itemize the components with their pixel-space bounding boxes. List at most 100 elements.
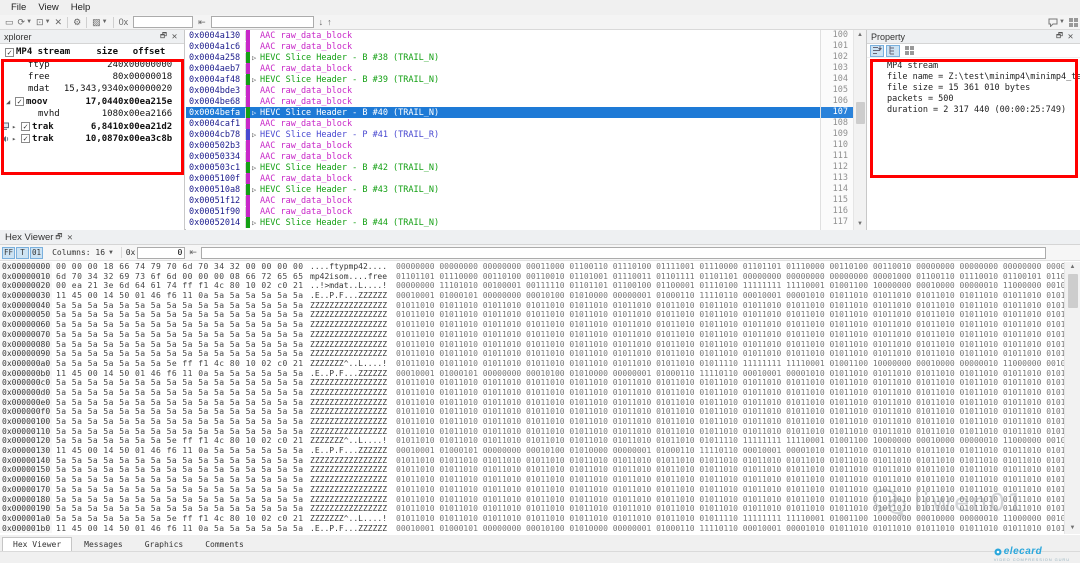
packet-row[interactable]: 0x00051f12AAC raw_data_block — [186, 195, 820, 206]
hex-prefix-button[interactable]: 0x — [117, 16, 131, 29]
hex-row[interactable]: 0x000000a05a 5a 5a 5a 5a 5a 5a 5e ff f1 … — [0, 359, 1064, 369]
packet-row[interactable]: 0x0004cb78▷HEVC Slice Header - P #41 (TR… — [186, 129, 820, 140]
tree-row-mvhd[interactable]: mvhd1080x00ea2166 — [0, 108, 184, 120]
packet-list-scrollbar[interactable]: ▲ ▼ — [853, 30, 866, 230]
close-panel-icon[interactable]: ✕ — [169, 32, 180, 41]
packet-row[interactable]: 0x000510a8▷HEVC Slice Header - B #43 (TR… — [186, 184, 820, 195]
checkbox-icon[interactable]: ✓ — [21, 122, 30, 131]
hex-row[interactable]: 0x0000003011 45 00 14 50 01 46 f6 11 0a … — [0, 291, 1064, 301]
packet-row[interactable]: 0x0004befa▷HEVC Slice Header - B #40 (TR… — [186, 107, 820, 118]
expand-icon[interactable]: ▷ — [252, 131, 260, 139]
toggle-text-button[interactable]: T — [16, 247, 29, 259]
tree-collapsed-icon[interactable]: ▸ — [12, 123, 21, 131]
checkbox-icon[interactable]: ✓ — [21, 134, 30, 143]
hex-row[interactable]: 0x000001b011 45 00 14 50 01 46 f6 11 0a … — [0, 524, 1064, 534]
feedback-button[interactable]: ▼ — [1046, 16, 1067, 29]
packet-row[interactable]: 0x0004aeb7AAC raw_data_block — [186, 63, 820, 74]
packet-row[interactable]: 0x0004af48▷HEVC Slice Header - B #39 (TR… — [186, 74, 820, 85]
search-input[interactable] — [211, 16, 314, 28]
tree-row-root[interactable]: ✓ MP4 stream size offset — [0, 46, 184, 58]
expand-icon[interactable]: ▷ — [252, 186, 260, 194]
float-panel-icon[interactable]: 🗗 — [1054, 30, 1065, 43]
scroll-down-icon[interactable]: ▼ — [854, 219, 866, 230]
expand-icon[interactable]: ▷ — [252, 76, 260, 84]
hex-row[interactable]: 0x000001805a 5a 5a 5a 5a 5a 5a 5a 5a 5a … — [0, 495, 1064, 505]
hex-row[interactable]: 0x000001205a 5a 5a 5a 5a 5a 5a 5e ff f1 … — [0, 436, 1064, 446]
packet-row[interactable]: 0x0004bde3AAC raw_data_block — [186, 85, 820, 96]
toggle-hex-button[interactable]: FF — [2, 247, 15, 259]
packet-row[interactable]: 0x0005100fAAC raw_data_block — [186, 173, 820, 184]
sort-mode-icon[interactable] — [870, 45, 884, 57]
scroll-down-icon[interactable]: ▼ — [1065, 523, 1080, 534]
hex-row[interactable]: 0x000000f05a 5a 5a 5a 5a 5a 5a 5a 5a 5a … — [0, 407, 1064, 417]
hex-row[interactable]: 0x000001a05a 5a 5a 5a 5a 5a 5a 5e ff f1 … — [0, 514, 1064, 524]
hex-row[interactable]: 0x000001905a 5a 5a 5a 5a 5a 5a 5a 5a 5a … — [0, 504, 1064, 514]
stream-view-button[interactable]: ▨▼ — [90, 16, 109, 29]
scroll-up-icon[interactable]: ▲ — [1065, 262, 1080, 273]
hex-row[interactable]: 0x000001605a 5a 5a 5a 5a 5a 5a 5a 5a 5a … — [0, 475, 1064, 485]
close-panel-icon[interactable]: ✕ — [64, 233, 75, 242]
checkbox-icon[interactable]: ✓ — [5, 48, 14, 57]
tab-graphics[interactable]: Graphics — [135, 538, 194, 551]
tab-hex-viewer[interactable]: Hex Viewer — [2, 537, 72, 551]
hex-row[interactable]: 0x000000805a 5a 5a 5a 5a 5a 5a 5a 5a 5a … — [0, 340, 1064, 350]
scrollbar-thumb[interactable] — [856, 102, 865, 124]
close-panel-icon[interactable]: ✕ — [1065, 32, 1076, 41]
packet-row[interactable]: 0x0004a1c6AAC raw_data_block — [186, 41, 820, 52]
tree-row-moov[interactable]: ◢✓moov17,0440x00ea215e — [0, 96, 184, 108]
hex-row[interactable]: 0x000001705a 5a 5a 5a 5a 5a 5a 5a 5a 5a … — [0, 485, 1064, 495]
expand-icon[interactable]: ▷ — [252, 164, 260, 172]
hex-row[interactable]: 0x000000605a 5a 5a 5a 5a 5a 5a 5a 5a 5a … — [0, 320, 1064, 330]
hex-row[interactable]: 0x000001505a 5a 5a 5a 5a 5a 5a 5a 5a 5a … — [0, 465, 1064, 475]
offset-input[interactable] — [133, 16, 193, 28]
tree-row-mdat[interactable]: mdat15,343,9340x00000020 — [0, 83, 184, 95]
reopen-button[interactable]: ⟳▼ — [16, 16, 35, 29]
hex-row[interactable]: 0x0000013011 45 00 14 50 01 46 f6 11 0a … — [0, 446, 1064, 456]
hex-row[interactable]: 0x000000e05a 5a 5a 5a 5a 5a 5a 5a 5a 5a … — [0, 398, 1064, 408]
scrollbar-thumb[interactable] — [1068, 274, 1078, 308]
goto-icon[interactable]: ⇤ — [189, 247, 197, 258]
hex-row[interactable]: 0x000000905a 5a 5a 5a 5a 5a 5a 5a 5a 5a … — [0, 349, 1064, 359]
tree-collapsed-icon[interactable]: ▸ — [12, 135, 21, 143]
toggle-binary-button[interactable]: 01 — [30, 247, 43, 259]
packet-row[interactable]: 0x0004a258▷HEVC Slice Header - B #38 (TR… — [186, 52, 820, 63]
expand-icon[interactable]: ▷ — [252, 219, 260, 227]
scroll-up-icon[interactable]: ▲ — [854, 30, 866, 41]
layout-button[interactable] — [1067, 16, 1080, 29]
hex-row[interactable]: 0x000000106d 70 34 32 69 73 6f 6d 00 00 … — [0, 272, 1064, 282]
settings-button[interactable]: ⚙ — [71, 16, 83, 29]
tree-row-ftyp[interactable]: ftyp240x00000000 — [0, 58, 184, 70]
tree-row-trak[interactable]: ▸✓trak10,0870x00ea3c8b — [0, 133, 184, 145]
hex-row[interactable]: 0x000000405a 5a 5a 5a 5a 5a 5a 5a 5a 5a … — [0, 301, 1064, 311]
expand-icon[interactable]: ▷ — [252, 54, 260, 62]
search-up-button[interactable]: ↑ — [325, 16, 334, 29]
menu-item-help[interactable]: Help — [65, 1, 97, 14]
packet-row[interactable]: 0x000503c1▷HEVC Slice Header - B #42 (TR… — [186, 162, 820, 173]
hex-row[interactable]: 0x000000505a 5a 5a 5a 5a 5a 5a 5a 5a 5a … — [0, 310, 1064, 320]
float-panel-icon[interactable]: 🗗 — [158, 30, 169, 43]
hex-row[interactable]: 0x000000b011 45 00 14 50 01 46 f6 11 0a … — [0, 369, 1064, 379]
hex-row[interactable]: 0x000000705a 5a 5a 5a 5a 5a 5a 5a 5a 5a … — [0, 330, 1064, 340]
expand-icon[interactable]: ▷ — [252, 109, 260, 117]
packet-row[interactable]: 0x00052014▷HEVC Slice Header - B #44 (TR… — [186, 217, 820, 228]
tree-expanded-icon[interactable]: ◢ — [6, 98, 15, 106]
save-button[interactable]: ⊡▼ — [34, 16, 53, 29]
hex-viewer-scrollbar[interactable]: ▲ ▼ — [1064, 262, 1080, 534]
grid-view-icon[interactable] — [902, 45, 916, 57]
tree-mode-icon[interactable] — [886, 45, 900, 57]
checkbox-icon[interactable]: ✓ — [15, 97, 24, 106]
menu-item-file[interactable]: File — [5, 1, 32, 14]
hex-offset-input[interactable] — [137, 247, 185, 259]
hex-search-input[interactable] — [201, 247, 1046, 259]
tree-row-trak[interactable]: ▸✓trak6,8410x00ea21d2 — [0, 120, 184, 132]
packet-row[interactable]: 0x00051f90AAC raw_data_block — [186, 206, 820, 217]
hex-row[interactable]: 0x000000d05a 5a 5a 5a 5a 5a 5a 5a 5a 5a … — [0, 388, 1064, 398]
menu-item-view[interactable]: View — [32, 1, 64, 14]
tree-row-free[interactable]: free80x00000018 — [0, 71, 184, 83]
hex-row[interactable]: 0x000001105a 5a 5a 5a 5a 5a 5a 5a 5a 5a … — [0, 427, 1064, 437]
columns-dropdown[interactable]: Columns: 16 ▼ — [52, 248, 117, 257]
hex-row[interactable]: 0x000001005a 5a 5a 5a 5a 5a 5a 5a 5a 5a … — [0, 417, 1064, 427]
float-panel-icon[interactable]: 🗗 — [53, 231, 64, 244]
goto-offset-button[interactable]: ⇤ — [196, 16, 208, 29]
hex-row[interactable]: 0x000001405a 5a 5a 5a 5a 5a 5a 5a 5a 5a … — [0, 456, 1064, 466]
